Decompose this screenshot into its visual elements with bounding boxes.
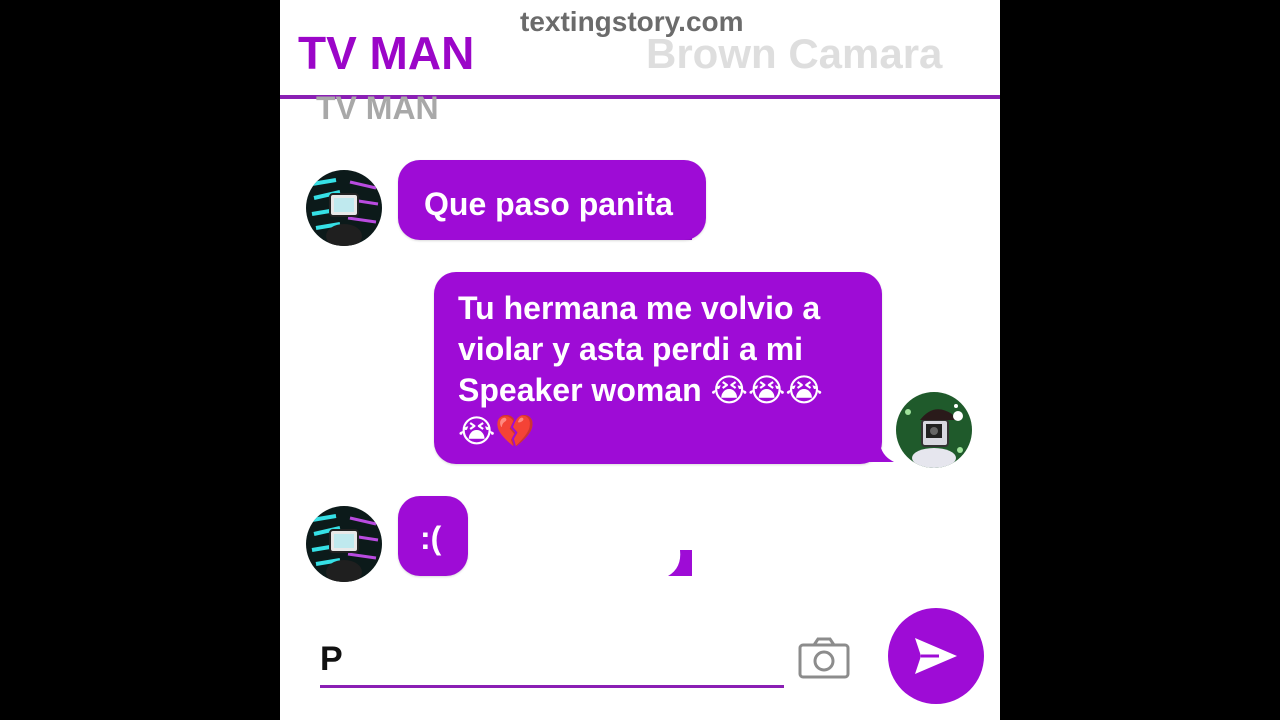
ghost-contact-name: TV MAN <box>316 96 439 126</box>
send-icon <box>915 638 957 674</box>
message-input[interactable]: P <box>320 640 343 679</box>
secondary-title-faded: Brown Camara <box>646 30 943 77</box>
chat-screen: textingstory.com TV MAN Brown Camara TV … <box>280 0 1000 720</box>
bubble-tail-left <box>668 550 692 576</box>
camera-man-avatar[interactable] <box>896 392 972 468</box>
camera-icon[interactable] <box>798 637 850 679</box>
message-input-underline <box>320 685 784 688</box>
message-line: 😭💔 <box>458 413 536 449</box>
message-line: Speaker woman 😭😭😭 <box>458 372 823 408</box>
message-text: :( <box>420 520 442 556</box>
message-bubble-received[interactable]: :( <box>398 496 468 576</box>
bubble-tail-right <box>868 436 894 462</box>
message-line: violar y asta perdi a mi <box>458 331 804 367</box>
message-bubble-received[interactable]: Que paso panita <box>398 160 706 240</box>
message-bubble-sent[interactable]: Tu hermana me volvio a violar y asta per… <box>434 272 882 464</box>
send-button[interactable] <box>888 608 984 704</box>
message-line: Tu hermana me volvio a <box>458 290 821 326</box>
tv-man-avatar[interactable] <box>306 170 382 246</box>
message-text: Que paso panita <box>424 186 673 222</box>
tv-man-avatar[interactable] <box>306 506 382 582</box>
contact-title: TV MAN <box>298 27 475 79</box>
